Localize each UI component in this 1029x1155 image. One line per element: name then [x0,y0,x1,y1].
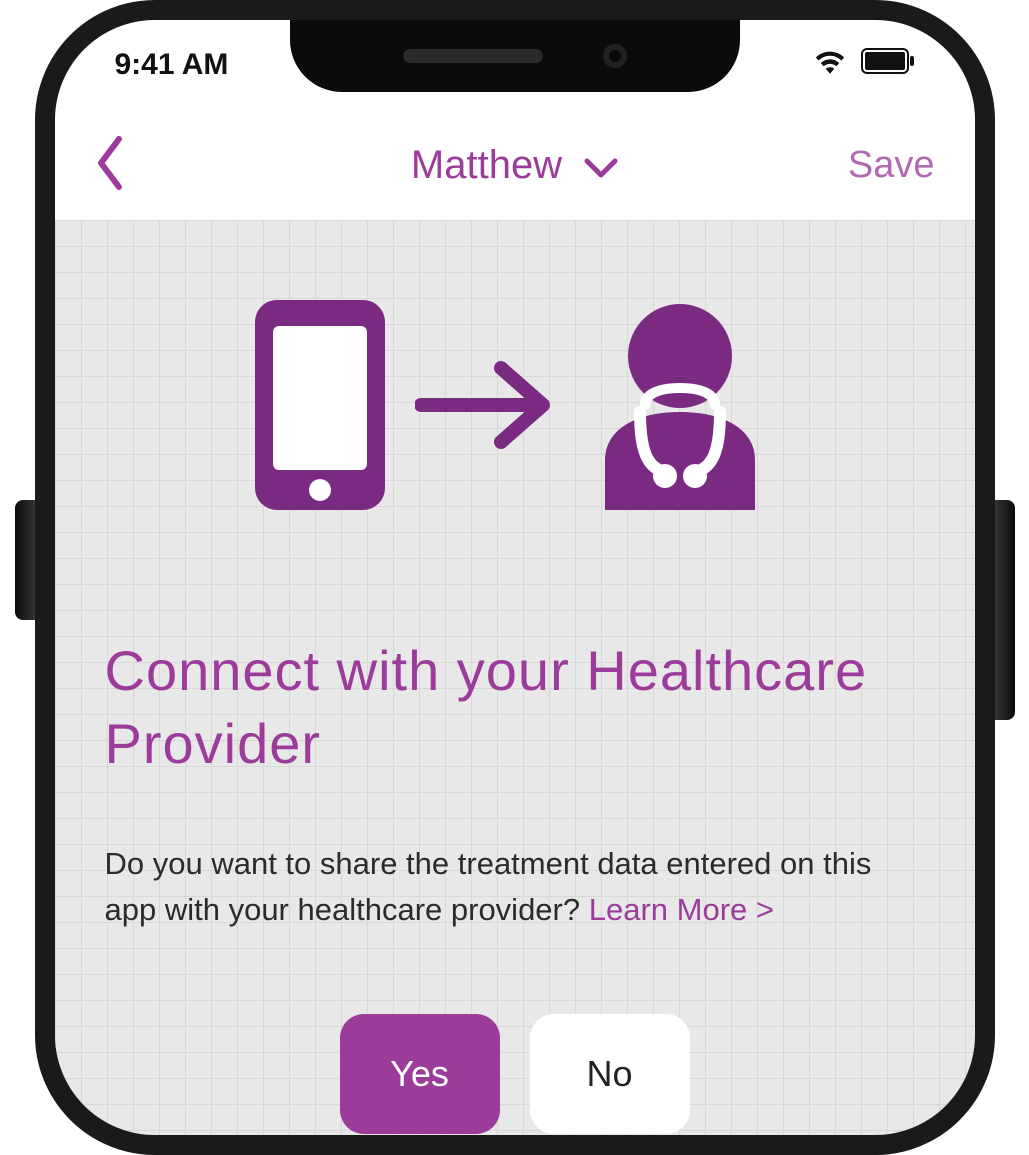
page-heading: Connect with your Healthcare Provider [105,635,925,781]
wifi-icon [813,48,847,82]
front-camera [603,44,627,68]
phone-device-frame: 9:41 AM [35,0,995,1155]
arrow-right-icon [415,350,555,465]
no-button[interactable]: No [530,1014,690,1134]
connect-illustration [255,300,775,515]
back-button[interactable] [95,136,195,195]
phone-screen: 9:41 AM [35,0,995,1155]
nav-bar: Matthew Save [55,110,975,220]
body-text: Do you want to share the treatment data … [105,841,925,934]
learn-more-link[interactable]: Learn More > [589,892,774,927]
choice-buttons: Yes No [340,1014,690,1134]
device-notch [290,20,740,92]
main-content: Connect with your Healthcare Provider Do… [55,220,975,1135]
side-button-right [995,500,1015,720]
yes-button[interactable]: Yes [340,1014,500,1134]
phone-icon [255,300,385,515]
speaker-grille [403,49,543,63]
chevron-down-icon [584,143,618,188]
save-button[interactable]: Save [834,144,934,187]
status-indicators [813,48,915,82]
profile-name: Matthew [411,143,562,188]
status-time: 9:41 AM [115,48,229,82]
chevron-left-icon [95,136,125,195]
battery-icon [861,48,915,82]
doctor-icon [585,300,775,515]
profile-selector[interactable]: Matthew [411,143,618,188]
side-button-left [15,500,35,620]
